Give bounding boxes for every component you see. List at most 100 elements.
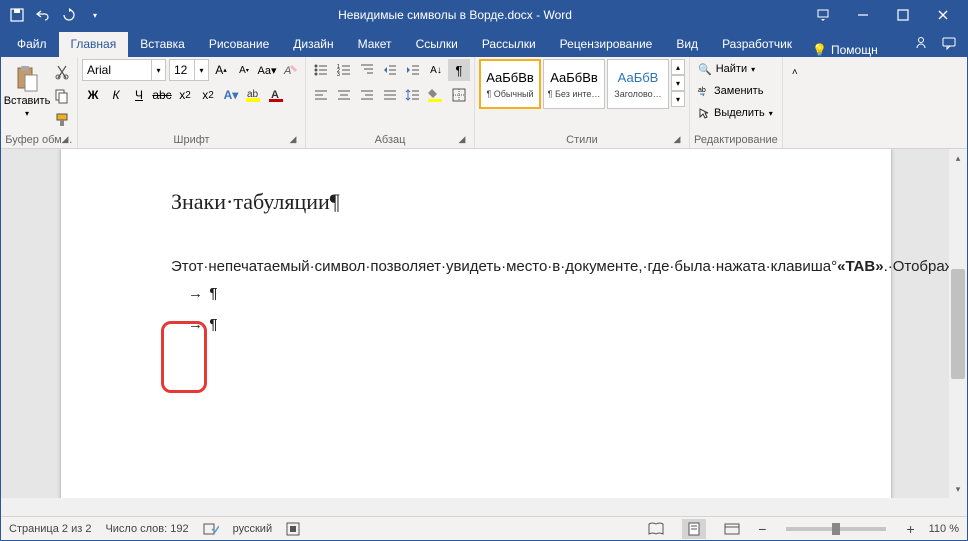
font-size-input[interactable] [169,59,195,81]
tab-mailings[interactable]: Рассылки [470,32,548,57]
collapse-ribbon-icon[interactable]: ˄ [784,61,806,83]
cursor-icon [698,107,710,119]
page[interactable]: Знаки·табуляции¶ Этот·непечатаемый·симво… [61,149,891,516]
ribbon-options-icon[interactable] [803,1,843,29]
macro-icon[interactable] [286,522,300,536]
zoom-out-button[interactable]: − [758,521,766,537]
format-painter-icon[interactable] [51,109,73,131]
find-button[interactable]: 🔍Найти▾ [694,59,759,79]
save-icon[interactable] [5,3,29,27]
copy-icon[interactable] [51,85,73,107]
align-left-icon[interactable] [310,84,332,106]
align-center-icon[interactable] [333,84,355,106]
paragraph: Этот·непечатаемый·символ·позволяет·увиде… [171,233,781,278]
zoom-level[interactable]: 110 % [929,523,959,535]
scroll-up-icon[interactable]: ▴ [949,149,967,167]
tab-design[interactable]: Дизайн [281,32,345,57]
replace-icon: ab [698,85,710,97]
clear-format-icon[interactable]: A [279,59,301,81]
web-layout-icon[interactable] [720,519,744,539]
horizontal-scrollbar[interactable] [1,498,949,516]
justify-icon[interactable] [379,84,401,106]
dialog-launcher-icon[interactable]: ◢ [59,134,71,146]
gallery-down-icon[interactable]: ▾ [671,75,685,91]
maximize-icon[interactable] [883,1,923,29]
tab-references[interactable]: Ссылки [404,32,470,57]
multilevel-list-icon[interactable] [356,59,378,81]
word-count[interactable]: Число слов: 192 [105,523,188,535]
statusbar: Страница 2 из 2 Число слов: 192 русский … [1,516,967,540]
grow-font-icon[interactable]: A▴ [210,59,232,81]
change-case-icon[interactable]: Aa▾ [256,59,278,81]
highlight-icon[interactable]: ab [243,84,265,106]
tab-home[interactable]: Главная [59,32,129,57]
zoom-in-button[interactable]: + [906,521,914,537]
tab-line-1: → ¶ [171,286,781,303]
replace-button[interactable]: abЗаменить [694,81,767,101]
gallery-up-icon[interactable]: ▴ [671,59,685,75]
chevron-down-icon[interactable]: ▾ [195,59,209,81]
style-normal[interactable]: АаБбВв ¶ Обычный [479,59,541,109]
scroll-thumb[interactable] [951,269,965,379]
bullets-icon[interactable] [310,59,332,81]
strikethrough-icon[interactable]: abc [151,84,173,106]
bold-button[interactable]: Ж [82,84,104,106]
shading-icon[interactable] [425,84,447,106]
page-indicator[interactable]: Страница 2 из 2 [9,523,91,535]
language-indicator[interactable]: русский [233,523,272,535]
minimize-icon[interactable] [843,1,883,29]
chevron-down-icon: ▾ [25,109,29,118]
decrease-indent-icon[interactable] [379,59,401,81]
dialog-launcher-icon[interactable]: ◢ [287,134,299,146]
gallery-more-icon[interactable]: ▾ [671,91,685,107]
style-heading1[interactable]: АаБбВ Заголово… [607,59,669,109]
tab-view[interactable]: Вид [664,32,710,57]
select-button[interactable]: Выделить▾ [694,103,777,123]
dialog-launcher-icon[interactable]: ◢ [456,134,468,146]
undo-icon[interactable] [31,3,55,27]
chevron-down-icon[interactable]: ▾ [152,59,166,81]
borders-icon[interactable] [448,84,470,106]
numbering-icon[interactable]: 123 [333,59,355,81]
vertical-scrollbar[interactable]: ▴ ▾ [949,149,967,516]
tab-review[interactable]: Рецензирование [548,32,665,57]
font-color-icon[interactable]: A [266,84,288,106]
annotation-box [161,321,207,393]
share-icon[interactable] [907,29,935,57]
redo-icon[interactable] [57,3,81,27]
close-icon[interactable] [923,1,963,29]
font-name-input[interactable] [82,59,152,81]
document-area: Знаки·табуляции¶ Этот·непечатаемый·симво… [1,149,967,516]
heading: Знаки·табуляции¶ [171,189,781,215]
dialog-launcher-icon[interactable]: ◢ [671,134,683,146]
sort-icon[interactable]: A↓ [425,59,447,81]
line-spacing-icon[interactable] [402,84,424,106]
tab-file[interactable]: Файл [5,32,59,57]
tab-developer[interactable]: Разработчик [710,32,804,57]
tab-draw[interactable]: Рисование [197,32,281,57]
paste-button[interactable]: Вставить ▾ [5,59,49,123]
read-mode-icon[interactable] [644,519,668,539]
cut-icon[interactable] [51,61,73,83]
zoom-slider-thumb[interactable] [832,523,840,535]
italic-button[interactable]: К [105,84,127,106]
scroll-down-icon[interactable]: ▾ [949,480,967,498]
shrink-font-icon[interactable]: A▾ [233,59,255,81]
print-layout-icon[interactable] [682,519,706,539]
superscript-icon[interactable]: x2 [197,84,219,106]
text-effects-icon[interactable]: A▾ [220,84,242,106]
tab-layout[interactable]: Макет [346,32,404,57]
increase-indent-icon[interactable] [402,59,424,81]
comments-icon[interactable] [935,29,963,57]
subscript-icon[interactable]: x2 [174,84,196,106]
zoom-slider[interactable] [786,527,886,531]
spellcheck-icon[interactable] [203,522,219,536]
tell-me[interactable]: 💡Помощн [804,43,886,57]
style-no-spacing[interactable]: АаБбВв ¶ Без инте… [543,59,605,109]
tab-insert[interactable]: Вставка [128,32,197,57]
underline-button[interactable]: Ч [128,84,150,106]
qat-dropdown-icon[interactable]: ▾ [83,3,107,27]
show-marks-icon[interactable]: ¶ [448,59,470,81]
group-styles: АаБбВв ¶ Обычный АаБбВв ¶ Без инте… АаБб… [475,57,690,148]
align-right-icon[interactable] [356,84,378,106]
